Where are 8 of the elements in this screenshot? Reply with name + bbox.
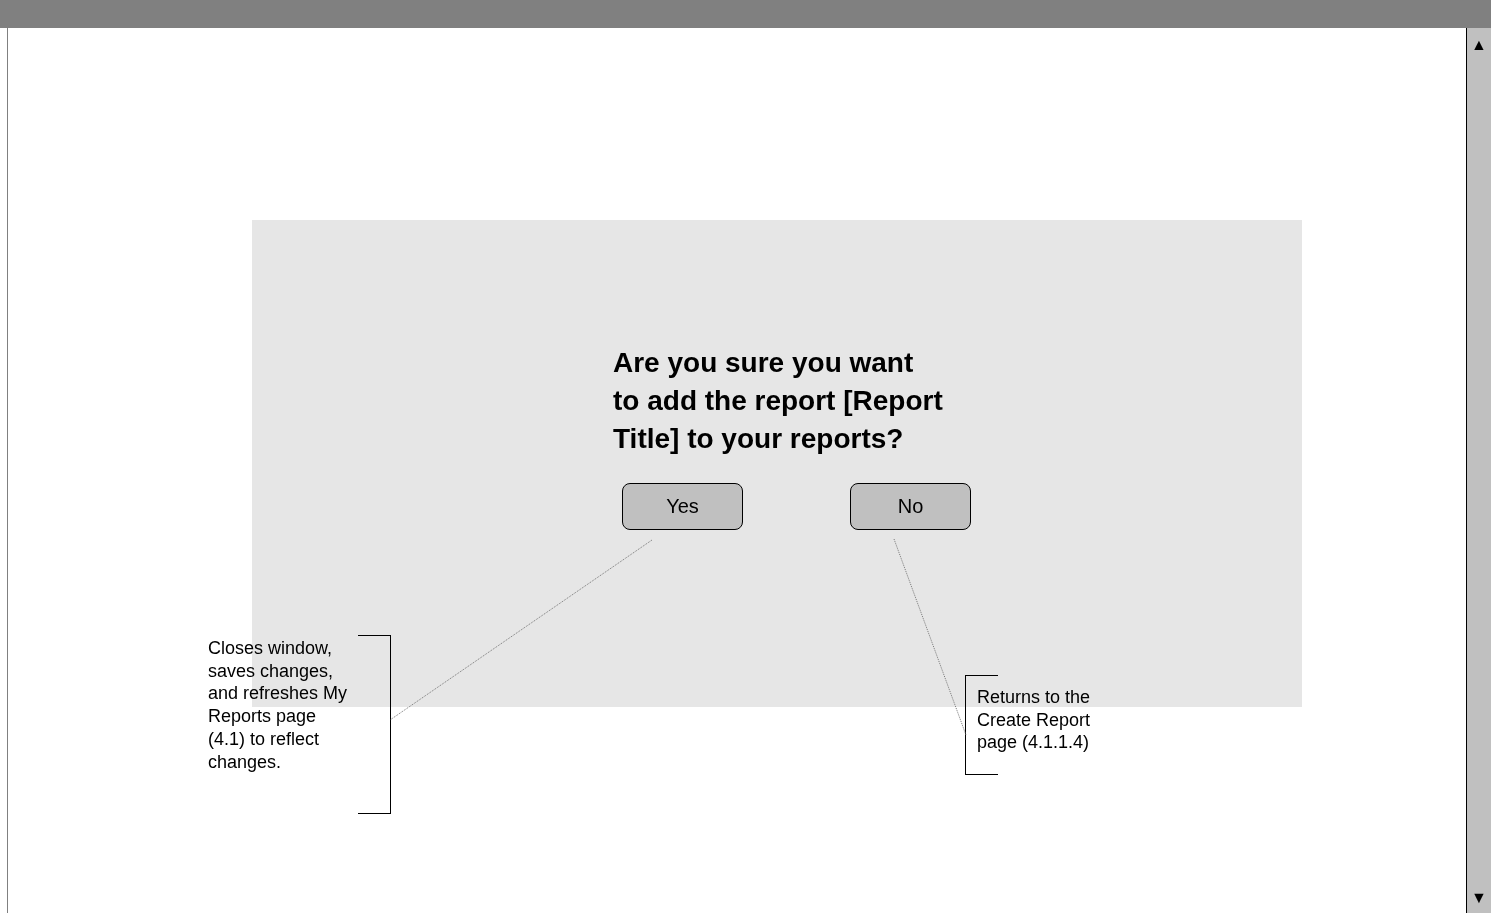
scroll-up-arrow[interactable]: ▲ [1471, 36, 1487, 54]
cancel-button[interactable]: No [850, 483, 971, 530]
confirm-button[interactable]: Yes [622, 483, 743, 530]
annotation-text: Returns to the Create Report page (4.1.1.4) [977, 686, 1091, 755]
scrollbar[interactable]: ▲ ▼ [1466, 28, 1491, 913]
dialog-question: Are you sure you want to add the report [Report Title] to your reports? [613, 346, 943, 456]
annotation-text: Closes window, saves changes, and refreshes My Reports page (4.1) to reflect changes. [208, 637, 348, 774]
scroll-down-arrow[interactable]: ▼ [1471, 889, 1487, 907]
